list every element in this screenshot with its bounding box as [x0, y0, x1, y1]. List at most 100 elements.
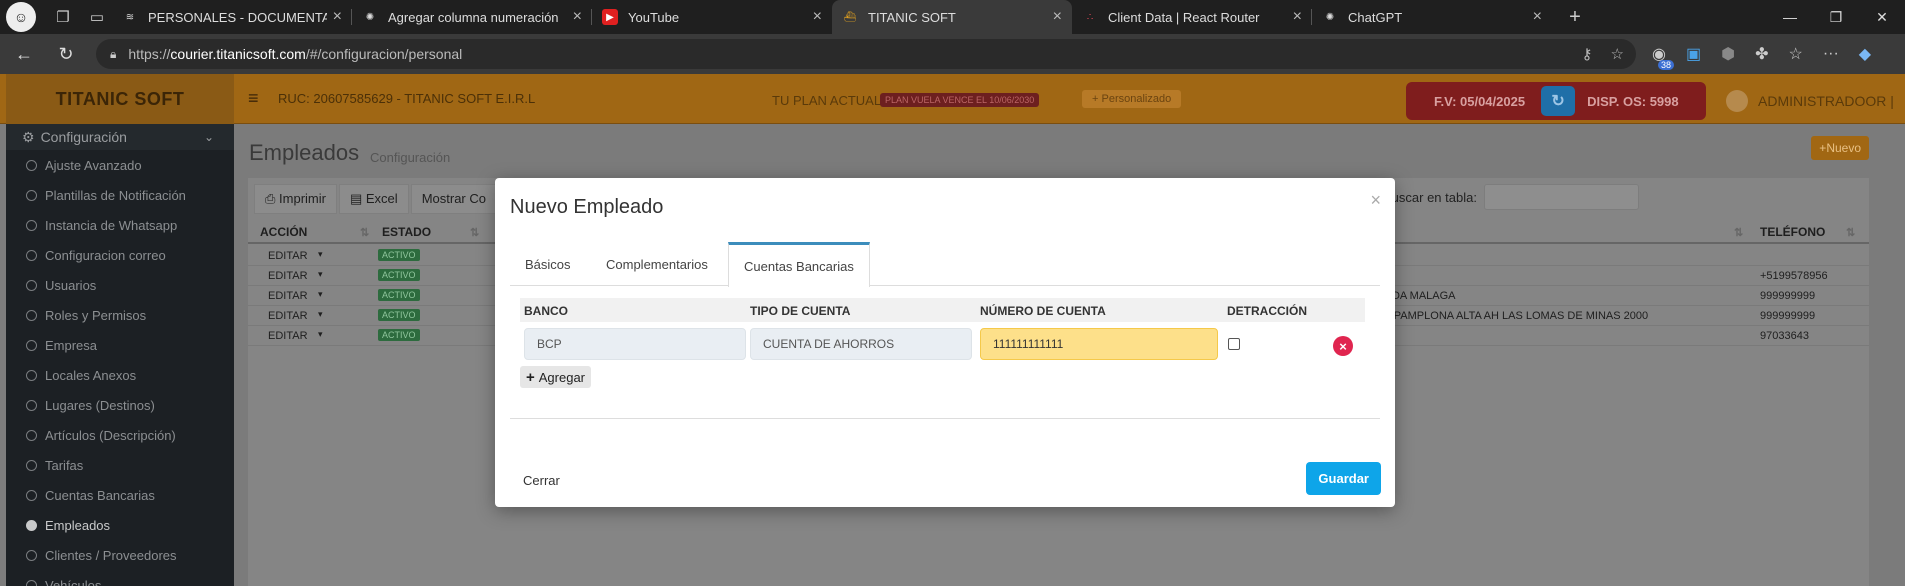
phone-cell: 97033643 — [1760, 330, 1809, 342]
tab-basicos[interactable]: Básicos — [510, 242, 586, 286]
extension-icon[interactable]: ◉ 38 — [1652, 44, 1674, 70]
chevron-down-icon: ⌄ — [203, 130, 214, 144]
tab-complementarios[interactable]: Complementarios — [591, 242, 723, 286]
numero-cuenta-input[interactable]: 111111111111 — [980, 328, 1218, 360]
sidebar-item[interactable]: Empresa — [6, 330, 234, 360]
lock-icon[interactable]: 🔒︎ — [110, 47, 116, 62]
chevron-down-icon[interactable]: ▾ — [318, 329, 323, 340]
chevron-down-icon[interactable]: ▾ — [318, 289, 323, 300]
circle-icon — [26, 429, 37, 441]
url-path: /#/configuracion/personal — [305, 46, 463, 62]
star-icon[interactable]: ☆ — [1611, 45, 1624, 63]
tab-agregar-columna[interactable]: ✺ Agregar columna numeración × — [352, 0, 592, 34]
close-icon[interactable]: × — [1370, 190, 1381, 211]
sidebar-item[interactable]: Empleados — [6, 510, 234, 540]
sort-icon[interactable]: ⇅ — [1734, 226, 1743, 239]
close-icon[interactable]: × — [1293, 8, 1302, 26]
banco-select[interactable]: BCP — [524, 328, 746, 360]
print-button[interactable]: ⎙ Imprimir — [254, 184, 337, 214]
sidebar-item[interactable]: Configuracion correo — [6, 240, 234, 270]
tipo-cuenta-select[interactable]: CUENTA DE AHORROS — [750, 328, 972, 360]
copilot-icon[interactable]: ◆ — [1859, 44, 1871, 64]
workspaces-icon[interactable]: ❐ — [48, 2, 78, 32]
close-icon[interactable]: × — [573, 8, 582, 26]
back-icon[interactable]: ← — [6, 38, 42, 70]
brand-logo[interactable]: TITANIC SOFT — [6, 74, 234, 124]
tab-actions-icon[interactable]: ▭ — [82, 2, 112, 32]
refresh-icon[interactable]: ↻ — [1541, 86, 1576, 116]
bank-accounts-table: BANCO TIPO DE CUENTA NÚMERO DE CUENTA DE… — [520, 298, 1365, 362]
save-button[interactable]: Guardar — [1306, 462, 1381, 495]
sidebar-item[interactable]: Instancia de Whatsapp — [6, 210, 234, 240]
sidebar-item[interactable]: Plantillas de Notificación — [6, 180, 234, 210]
sidebar-item[interactable]: Cuentas Bancarias — [6, 480, 234, 510]
close-window-icon[interactable]: ✕ — [1859, 0, 1905, 34]
col-accion[interactable]: ACCIÓN — [260, 225, 307, 239]
printer-icon: ⎙ — [265, 191, 276, 206]
sidebar-item[interactable]: Locales Anexos — [6, 360, 234, 390]
favorites-icon[interactable]: ☆ — [1788, 44, 1802, 64]
tab-cuentas-bancarias[interactable]: Cuentas Bancarias — [728, 242, 870, 287]
tab-youtube[interactable]: ▶ YouTube × — [592, 0, 832, 34]
sidebar-item[interactable]: Lugares (Destinos) — [6, 390, 234, 420]
sidebar-item[interactable]: Usuarios — [6, 270, 234, 300]
url-prefix: https:// — [128, 46, 171, 62]
col-banco: BANCO — [524, 304, 568, 318]
col-estado[interactable]: ESTADO — [382, 225, 431, 239]
edit-dropdown[interactable]: EDITAR — [268, 250, 308, 262]
close-icon[interactable]: × — [333, 8, 342, 26]
close-icon[interactable]: × — [1533, 8, 1542, 26]
edit-dropdown[interactable]: EDITAR — [268, 310, 308, 322]
circle-icon — [26, 399, 37, 411]
new-employee-button[interactable]: +Nuevo — [1811, 136, 1869, 160]
extension-icon[interactable]: ⬢ — [1721, 44, 1735, 64]
minimize-icon[interactable]: — — [1767, 0, 1813, 34]
chevron-down-icon[interactable]: ▾ — [318, 309, 323, 320]
detraccion-checkbox[interactable] — [1228, 338, 1240, 350]
show-columns-label: Mostrar Co — [421, 191, 486, 206]
close-icon[interactable]: × — [1053, 8, 1062, 26]
delete-row-icon[interactable]: × — [1333, 336, 1353, 356]
add-account-button[interactable]: + Agregar — [520, 366, 592, 388]
show-columns-button[interactable]: Mostrar Co — [410, 184, 497, 214]
tab-personales[interactable]: ≋ PERSONALES - DOCUMENTACIÓN × — [112, 0, 352, 34]
sidebar-section-configuracion[interactable]: ⚙ Configuración ⌄ — [6, 124, 234, 150]
chevron-down-icon[interactable]: ▾ — [318, 269, 323, 280]
tab-chatgpt[interactable]: ✺ ChatGPT × — [1312, 0, 1552, 34]
extension-icon[interactable]: ▣ — [1686, 44, 1701, 64]
excel-button[interactable]: ▤ Excel — [338, 184, 409, 214]
col-telefono[interactable]: TELÉFONO — [1760, 225, 1825, 239]
edit-dropdown[interactable]: EDITAR — [268, 270, 308, 282]
sidebar-item[interactable]: Roles y Permisos — [6, 300, 234, 330]
puzzle-icon[interactable]: ✤ — [1755, 44, 1768, 64]
company-ruc: RUC: 20607585629 - TITANIC SOFT E.I.R.L — [278, 91, 536, 106]
sidebar-item[interactable]: Ajuste Avanzado — [6, 150, 234, 180]
tab-react-router[interactable]: ∴ Client Data | React Router × — [1072, 0, 1312, 34]
restore-icon[interactable]: ❐ — [1813, 0, 1859, 34]
profile-avatar[interactable]: ☺ — [6, 2, 36, 32]
more-icon[interactable]: ··· — [1823, 45, 1839, 63]
sort-icon[interactable]: ⇅ — [1846, 226, 1855, 239]
sidebar-item[interactable]: Artículos (Descripción) — [6, 420, 234, 450]
personalizado-button[interactable]: + Personalizado — [1082, 90, 1182, 108]
user-menu[interactable]: ADMINISTRADOOR | — [1726, 90, 1894, 112]
browser-tabbar: ☺ ❐ ▭ ≋ PERSONALES - DOCUMENTACIÓN × ✺ A… — [0, 0, 1905, 34]
edit-dropdown[interactable]: EDITAR — [268, 330, 308, 342]
edit-dropdown[interactable]: EDITAR — [268, 290, 308, 302]
search-input[interactable] — [1484, 184, 1639, 210]
tab-titanic-soft[interactable]: ⛴ TITANIC SOFT × — [832, 0, 1072, 34]
sidebar-item[interactable]: Vehículos — [6, 570, 234, 586]
phone-cell: +5199578956 — [1760, 270, 1828, 282]
new-tab-button[interactable]: + — [1560, 6, 1590, 29]
sidebar-item[interactable]: Clientes / Proveedores — [6, 540, 234, 570]
url-input[interactable]: 🔒︎ https://courier.titanicsoft.com/#/con… — [96, 39, 1636, 69]
sort-icon[interactable]: ⇅ — [470, 226, 479, 239]
sidebar-item[interactable]: Tarifas — [6, 450, 234, 480]
chevron-down-icon[interactable]: ▾ — [318, 249, 323, 260]
close-button[interactable]: Cerrar — [523, 473, 560, 488]
reload-icon[interactable]: ↻ — [48, 38, 84, 70]
key-icon[interactable]: ⚷ — [1582, 45, 1593, 63]
close-icon[interactable]: × — [813, 8, 822, 26]
sort-icon[interactable]: ⇅ — [360, 226, 369, 239]
menu-icon[interactable]: ≡ — [248, 88, 259, 109]
